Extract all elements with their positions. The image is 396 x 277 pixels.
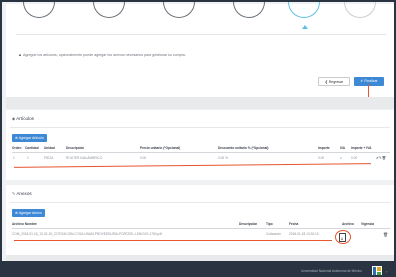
table-row[interactable]: COM_2018-01-18_13-32-15_COTIZACION-CYSA-…	[12, 232, 390, 238]
col-tipo: Tipo	[266, 222, 273, 226]
col-importe-iva: Importe + IVA	[351, 146, 372, 150]
articulos-title-text: Artículos	[16, 116, 34, 121]
tag-icon: ◆	[12, 116, 16, 121]
anexos-title-text: Anexos	[16, 191, 32, 196]
footer: Universidad Nacional Autónoma de México …	[2, 261, 394, 275]
cell-orden: 1	[13, 156, 15, 160]
col-vigencia: Vigencia	[361, 222, 375, 226]
info-text: Agregue los artículos; opcionalmente pue…	[22, 53, 186, 57]
cell-descripcion[interactable]: ROUTER INALÁMBRICO	[66, 156, 102, 160]
table-row[interactable]: 1 1 PIEZA ROUTER INALÁMBRICO 0.00 0.00 %…	[12, 156, 390, 162]
wizard-step-2[interactable]	[93, 2, 125, 18]
chevron-right-icon[interactable]: ›	[386, 269, 387, 274]
divider	[10, 127, 390, 128]
articulos-title: ◆Artículos	[12, 116, 34, 121]
anexos-title: ✎Anexos	[12, 191, 32, 196]
footer-text: Universidad Nacional Autónoma de México	[301, 269, 362, 273]
warning-icon: ▲	[18, 52, 22, 57]
add-annex-label: Agregar Anexo	[18, 211, 42, 215]
row-actions: ✔✎🗑	[376, 156, 386, 160]
wizard-panel: ▲Agregue los artículos; opcionalmente pu…	[6, 2, 394, 97]
col-cantidad: Cantidad	[25, 146, 39, 150]
cell-fecha: 2018-01-18 13:32:15	[289, 232, 319, 236]
add-article-button[interactable]: ⊕ Agregar Artículo	[12, 134, 47, 142]
col-fecha: Fecha	[289, 222, 299, 226]
add-annex-button[interactable]: ⊕ Agregar Anexo	[12, 209, 45, 217]
trash-icon[interactable]: 🗑	[383, 232, 388, 237]
col-importe: Importe	[318, 146, 330, 150]
cell-cantidad[interactable]: 1	[27, 156, 29, 160]
col-orden: Orden	[12, 146, 22, 150]
wizard-step-1[interactable]	[23, 2, 55, 18]
add-article-label: Agregar Artículo	[18, 136, 44, 140]
divider	[10, 202, 390, 203]
wizard-step-4[interactable]	[233, 2, 265, 18]
annotation-circle	[335, 230, 351, 244]
cell-importe: 0.00	[318, 156, 325, 160]
table-header-rule	[12, 228, 390, 229]
col-descripcion: Descripción	[66, 146, 85, 150]
wizard-step-3[interactable]	[163, 2, 195, 18]
wizard-step-6[interactable]	[344, 2, 376, 18]
col-archivo: Archivo	[342, 222, 354, 226]
col-descripcion: Descripción	[239, 222, 258, 226]
anexos-panel: ✎Anexos ⊕ Agregar Anexo Archivo Nombre D…	[6, 185, 394, 255]
wizard-step-5-active[interactable]	[288, 2, 320, 18]
cell-unidad[interactable]: PIEZA	[44, 156, 53, 160]
col-precio: Precio unitario (*Opcional)	[140, 146, 181, 150]
col-iva: IVA	[340, 146, 346, 150]
finish-button[interactable]: ✔ Finalizar	[354, 77, 384, 86]
cell-importe-iva: 0.00	[351, 156, 358, 160]
col-unidad: Unidad	[44, 146, 55, 150]
cell-iva-check[interactable]: ✔	[340, 156, 343, 160]
section-gap	[6, 97, 394, 109]
col-archivo-nombre: Archivo Nombre	[12, 222, 37, 226]
cell-precio[interactable]: 0.00	[140, 156, 146, 160]
finish-button-label: Finalizar	[364, 79, 378, 83]
annotation-underline	[14, 163, 371, 168]
table-header-rule	[12, 152, 390, 153]
annotation-underline	[14, 240, 332, 241]
trash-icon[interactable]: 🗑	[382, 156, 386, 160]
col-descuento: Descuento unitario % (*Opcional)	[218, 146, 269, 150]
cell-archivo-nombre: COM_2018-01-18_13-32-15_COTIZACION-CYSA-…	[12, 232, 162, 236]
cell-descuento[interactable]: 0.00 %	[218, 156, 228, 160]
active-step-caret	[302, 25, 308, 29]
unam-logo-icon	[372, 266, 382, 275]
back-button-label: Regresar	[328, 80, 344, 84]
back-button[interactable]: ❮ Regresar	[318, 77, 350, 86]
app-window: ▲Agregue los artículos; opcionalmente pu…	[0, 0, 396, 277]
divider	[16, 34, 386, 35]
articulos-panel: ◆Artículos ⊕ Agregar Artículo Orden Cant…	[6, 110, 394, 180]
cell-tipo: Cotización	[266, 232, 281, 236]
info-message: ▲Agregue los artículos; opcionalmente pu…	[18, 52, 186, 57]
paperclip-icon: ✎	[12, 191, 16, 196]
